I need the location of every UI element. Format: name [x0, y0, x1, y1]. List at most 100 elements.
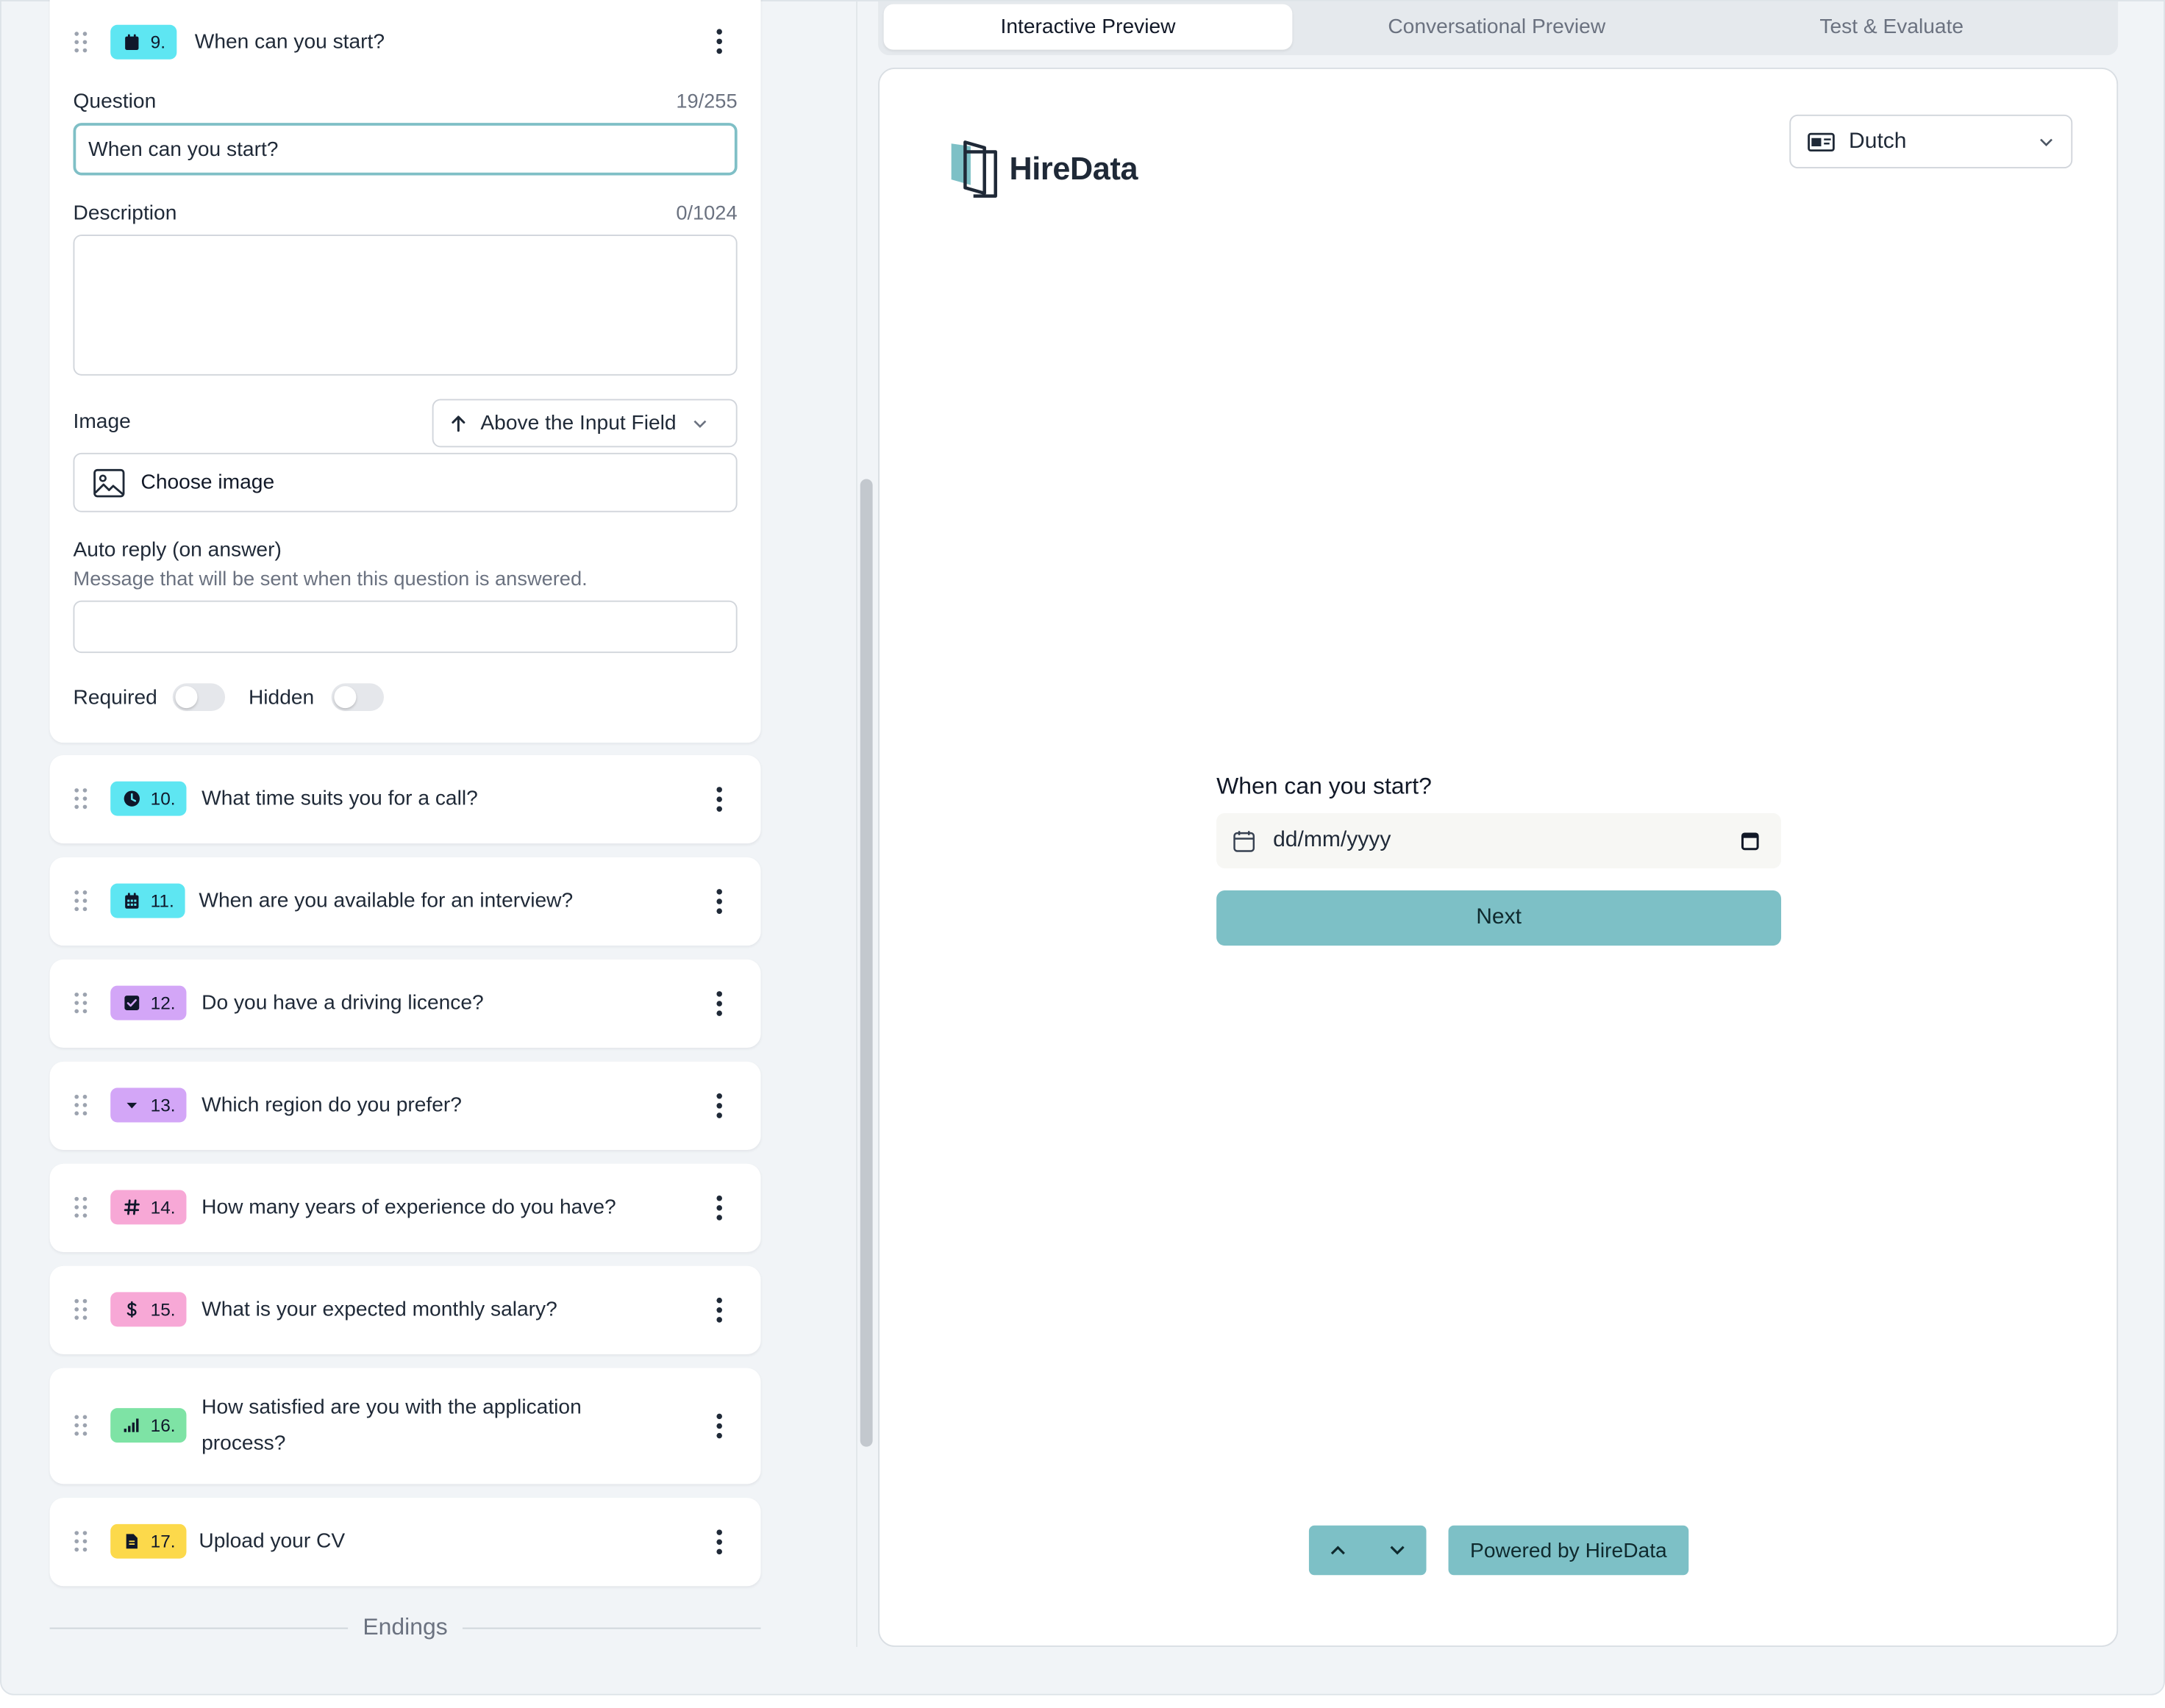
question-title: What time suits you for a call?: [201, 787, 478, 811]
drag-handle-icon[interactable]: [74, 32, 91, 54]
caret-down-icon: [126, 1102, 138, 1109]
question-title: Do you have a driving licence?: [201, 991, 484, 1015]
form-builder-app: 9. When can you start? Question 19/255 W…: [0, 0, 2165, 1696]
question-number: 15.: [150, 1298, 176, 1320]
question-card-15[interactable]: 15. What is your expected monthly salary…: [49, 1265, 761, 1354]
question-card-9-expanded: 9. When can you start? Question 19/255 W…: [49, 0, 761, 743]
checkbox-icon: [124, 996, 140, 1010]
question-type-badge: 10.: [110, 781, 187, 816]
image-icon: [93, 468, 125, 497]
question-card-13[interactable]: 13. Which region do you prefer?: [49, 1061, 761, 1150]
calendar-outline-icon: [1233, 830, 1255, 851]
more-options-icon[interactable]: [716, 1195, 724, 1221]
question-type-badge: 11.: [110, 883, 185, 918]
powered-by-badge[interactable]: Powered by HireData: [1448, 1525, 1689, 1576]
calendar-icon: [125, 893, 139, 909]
chevron-down-icon: [693, 419, 706, 428]
more-options-icon[interactable]: [716, 787, 724, 812]
previous-question-button[interactable]: [1309, 1526, 1367, 1576]
question-char-count: 19/255: [676, 90, 738, 113]
question-number: 11.: [150, 890, 174, 912]
brand-logo: HireData: [949, 138, 1138, 199]
question-number: 16.: [150, 1415, 176, 1436]
drag-handle-icon[interactable]: [74, 1531, 91, 1553]
required-toggle[interactable]: [172, 683, 226, 711]
question-type-badge: 14.: [110, 1190, 187, 1225]
drag-handle-icon[interactable]: [74, 788, 91, 810]
question-input[interactable]: When can you start?: [73, 123, 738, 176]
endings-label: Endings: [363, 1613, 448, 1640]
question-title[interactable]: When can you start?: [195, 25, 385, 60]
question-title: How satisfied are you with the applicati…: [201, 1390, 582, 1462]
endings-section-divider: Endings: [49, 1609, 761, 1648]
drag-handle-icon[interactable]: [74, 1415, 91, 1437]
required-label: Required: [73, 686, 157, 710]
drag-handle-icon[interactable]: [74, 1298, 91, 1321]
chevron-down-icon: [1390, 1546, 1405, 1555]
hiredata-logo-icon: [951, 140, 997, 198]
tab-test-evaluate[interactable]: Test & Evaluate: [1701, 4, 2082, 50]
tab-interactive-preview[interactable]: Interactive Preview: [883, 4, 1293, 50]
question-type-badge: 15.: [110, 1292, 187, 1327]
language-icon: [1808, 132, 1835, 151]
more-options-icon[interactable]: [716, 991, 724, 1016]
calendar-icon: [125, 34, 139, 50]
next-question-button[interactable]: [1369, 1526, 1427, 1576]
preview-question-text: When can you start?: [1216, 773, 1432, 800]
language-value: Dutch: [1849, 129, 1907, 153]
date-picker-icon[interactable]: [1741, 831, 1759, 851]
interactive-preview-frame: HireData Dutch When can you start? dd/mm…: [878, 67, 2119, 1647]
more-options-icon[interactable]: [716, 889, 724, 914]
description-char-count: 0/1024: [676, 202, 738, 226]
file-icon: [126, 1534, 138, 1549]
scrollbar-thumb[interactable]: [860, 479, 873, 1447]
choose-image-button[interactable]: Choose image: [73, 452, 738, 512]
next-button[interactable]: Next: [1216, 890, 1782, 946]
more-options-icon[interactable]: [716, 1413, 724, 1439]
date-placeholder: dd/mm/yyyy: [1273, 828, 1391, 852]
question-card-16[interactable]: 16. How satisfied are you with the appli…: [49, 1368, 761, 1484]
question-number: 14.: [150, 1196, 176, 1218]
drag-handle-icon[interactable]: [74, 1196, 91, 1219]
language-select[interactable]: Dutch: [1789, 114, 2073, 169]
question-card-17[interactable]: 17. Upload your CV: [49, 1498, 761, 1587]
image-position-value: Above the Input Field: [480, 411, 677, 435]
question-title: How many years of experience do you have…: [201, 1195, 616, 1219]
auto-reply-input[interactable]: [73, 600, 738, 654]
image-label: Image: [73, 410, 131, 434]
choose-image-label: Choose image: [140, 471, 275, 495]
more-options-icon[interactable]: [716, 1297, 724, 1323]
hidden-toggle[interactable]: [331, 683, 384, 711]
question-title: What is your expected monthly salary?: [201, 1297, 557, 1321]
question-card-14[interactable]: 14. How many years of experience do you …: [49, 1163, 761, 1252]
question-type-badge: 13.: [110, 1087, 187, 1123]
description-textarea[interactable]: [73, 235, 738, 376]
question-number: 9.: [150, 32, 166, 53]
preview-tabs: Interactive Preview Conversational Previ…: [878, 1, 2119, 56]
image-position-select[interactable]: Above the Input Field: [432, 399, 738, 448]
brand-name: HireData: [1009, 149, 1138, 186]
tab-conversational-preview[interactable]: Conversational Preview: [1292, 4, 1701, 50]
question-card-10[interactable]: 10. What time suits you for a call?: [49, 755, 761, 844]
more-options-icon[interactable]: [716, 1529, 724, 1555]
date-input[interactable]: dd/mm/yyyy: [1216, 812, 1782, 868]
question-title: Which region do you prefer?: [201, 1093, 462, 1117]
chevron-up-icon: [1330, 1546, 1345, 1555]
auto-reply-label: Auto reply (on answer): [73, 538, 282, 562]
bar-chart-icon: [124, 1418, 139, 1432]
question-nav-group: [1308, 1525, 1427, 1576]
dollar-icon: [126, 1301, 137, 1318]
drag-handle-icon[interactable]: [74, 890, 91, 912]
question-title: When are you available for an interview?: [199, 889, 574, 913]
drag-handle-icon[interactable]: [74, 992, 91, 1015]
drag-handle-icon[interactable]: [74, 1094, 91, 1117]
question-type-badge: 17.: [110, 1523, 187, 1559]
question-title-line: How satisfied are you with the applicati…: [201, 1396, 582, 1420]
more-options-icon[interactable]: [716, 1093, 724, 1118]
hash-icon: [124, 1199, 140, 1215]
clock-icon: [124, 790, 140, 807]
more-options-icon[interactable]: [716, 29, 724, 54]
question-card-11[interactable]: 11. When are you available for an interv…: [49, 857, 761, 946]
question-card-12[interactable]: 12. Do you have a driving licence?: [49, 959, 761, 1048]
question-number: 10.: [150, 788, 176, 810]
